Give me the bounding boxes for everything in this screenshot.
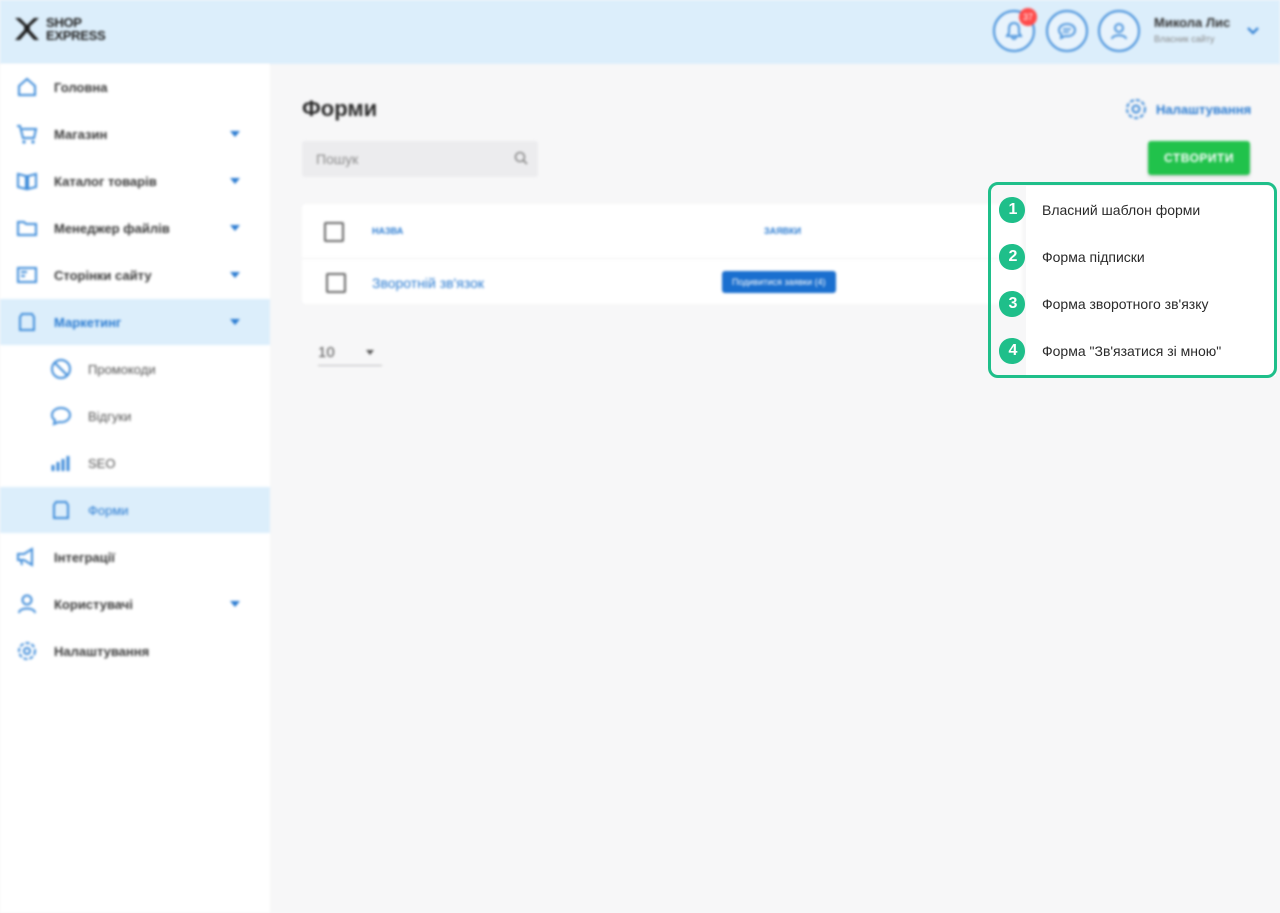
gear-icon xyxy=(1126,99,1146,119)
sidebar-item-label: Користувачі xyxy=(54,596,133,612)
dropdown-item-contact-me-form[interactable]: Форма "Зв'язатися зі мною" xyxy=(1042,343,1221,359)
pages-icon xyxy=(17,267,37,283)
user-icon xyxy=(1111,23,1127,40)
callout-number: 2 xyxy=(1008,248,1018,265)
sidebar-item-label: Маркетинг xyxy=(54,314,122,330)
sidebar-item-label: SEO xyxy=(88,455,116,471)
search-placeholder: Пошук xyxy=(316,151,359,167)
home-icon xyxy=(18,77,36,96)
sidebar-subitem-reviews[interactable]: Відгуки xyxy=(0,393,270,439)
bell-icon xyxy=(1005,22,1023,40)
chat-icon xyxy=(1058,23,1076,40)
callout-number: 4 xyxy=(1008,342,1018,359)
sidebar-item-label: Відгуки xyxy=(88,408,132,424)
sidebar-item-label: Форми xyxy=(88,502,129,518)
sidebar-item-label: Промокоди xyxy=(88,361,156,377)
row-checkbox[interactable] xyxy=(326,273,346,293)
callout-number: 3 xyxy=(1008,295,1018,312)
caret-down-icon xyxy=(230,131,240,137)
settings-link[interactable]: Налаштування xyxy=(1124,97,1251,121)
logo-icon xyxy=(15,18,39,40)
sidebar-item-settings[interactable]: Налаштування xyxy=(0,628,270,674)
column-header-requests[interactable]: ЗАЯВКИ xyxy=(764,226,801,236)
sidebar-item-label: Магазин xyxy=(54,126,108,142)
user-name[interactable]: Микола Лис xyxy=(1154,15,1230,30)
view-requests-button[interactable]: Подивитися заявки (4) xyxy=(722,271,836,293)
caret-down-icon xyxy=(230,178,240,184)
sidebar-item-label: Інтеграції xyxy=(54,549,115,565)
sidebar-item-shop[interactable]: Магазин xyxy=(0,111,270,157)
chevron-down-icon[interactable] xyxy=(1246,24,1260,38)
logo[interactable]: SHOP EXPRESS xyxy=(12,14,106,44)
per-page-select[interactable]: 10 xyxy=(318,342,382,366)
sidebar-subitem-promocodes[interactable]: Промокоди xyxy=(0,346,270,392)
notifications-button[interactable]: 37 xyxy=(993,8,1037,52)
settings-link-label: Налаштування xyxy=(1156,101,1252,117)
sidebar-item-catalog[interactable]: Каталог товарів xyxy=(0,158,270,204)
sidebar-item-home[interactable]: Головна xyxy=(0,64,270,110)
caret-down-icon xyxy=(366,350,374,355)
page-title: Форми xyxy=(302,96,378,121)
user-role: Власник сайту xyxy=(1154,34,1215,44)
sidebar-item-file-manager[interactable]: Менеджер файлів xyxy=(0,205,270,251)
sidebar: Головна Магазин Каталог товарів Менеджер… xyxy=(0,64,270,913)
callout-marker-2: 2 xyxy=(998,243,1034,271)
caret-down-icon xyxy=(230,601,240,607)
user-icon xyxy=(18,594,36,614)
book-icon xyxy=(17,172,37,191)
dropdown-item-subscription-form[interactable]: Форма підписки xyxy=(1042,249,1145,265)
caret-down-icon xyxy=(230,225,240,231)
megaphone-icon xyxy=(17,547,33,567)
callout-number: 1 xyxy=(1008,201,1018,218)
column-header-name[interactable]: НАЗВА xyxy=(372,226,403,236)
dropdown-item-custom-template[interactable]: Власний шаблон форми xyxy=(1042,202,1200,218)
profile-button[interactable] xyxy=(1098,10,1140,52)
folder-icon xyxy=(17,221,37,236)
forms-table: НАЗВА ЗАЯВКИ Зворотній зв'язок Подивитис… xyxy=(302,204,1022,304)
clipboard-icon xyxy=(53,501,69,519)
notifications-badge: 37 xyxy=(1019,8,1037,26)
caret-down-icon xyxy=(230,272,240,278)
select-all-checkbox[interactable] xyxy=(324,222,344,242)
promo-icon xyxy=(51,359,71,379)
form-name-link[interactable]: Зворотній зв'язок xyxy=(372,275,484,291)
sidebar-item-users[interactable]: Користувачі xyxy=(0,581,270,627)
gear-icon xyxy=(18,642,36,660)
top-header: SHOP EXPRESS 37 Микола Лис Власник сайту xyxy=(0,0,1280,64)
per-page-value: 10 xyxy=(318,344,335,361)
sidebar-item-label: Налаштування xyxy=(54,643,150,659)
sidebar-subitem-seo[interactable]: SEO xyxy=(0,440,270,486)
sidebar-item-label: Сторінки сайту xyxy=(54,267,152,283)
review-icon xyxy=(50,406,72,426)
sidebar-item-label: Каталог товарів xyxy=(54,173,157,189)
create-button[interactable]: СТВОРИТИ xyxy=(1148,141,1250,175)
caret-down-icon xyxy=(230,319,240,325)
sidebar-item-integrations[interactable]: Інтеграції xyxy=(0,534,270,580)
callout-marker-1: 1 xyxy=(998,196,1034,224)
sidebar-item-site-pages[interactable]: Сторінки сайту xyxy=(0,252,270,298)
clipboard-icon xyxy=(19,313,35,331)
callout-marker-3: 3 xyxy=(998,290,1034,318)
search-icon xyxy=(514,151,528,165)
callout-marker-4: 4 xyxy=(998,337,1034,365)
sidebar-item-label: Менеджер файлів xyxy=(54,220,170,236)
dropdown-item-feedback-form[interactable]: Форма зворотного зв'язку xyxy=(1042,296,1208,312)
chart-icon xyxy=(51,456,70,471)
messages-button[interactable] xyxy=(1046,10,1088,52)
logo-text-line2: EXPRESS xyxy=(46,28,106,43)
sidebar-item-label: Головна xyxy=(54,79,108,95)
sidebar-subitem-forms[interactable]: Форми xyxy=(0,487,270,533)
sidebar-item-marketing[interactable]: Маркетинг xyxy=(0,299,270,345)
table-row: Зворотній зв'язок Подивитися заявки (4) xyxy=(302,258,1022,304)
cart-icon xyxy=(17,125,38,144)
search-input[interactable]: Пошук xyxy=(302,141,538,177)
